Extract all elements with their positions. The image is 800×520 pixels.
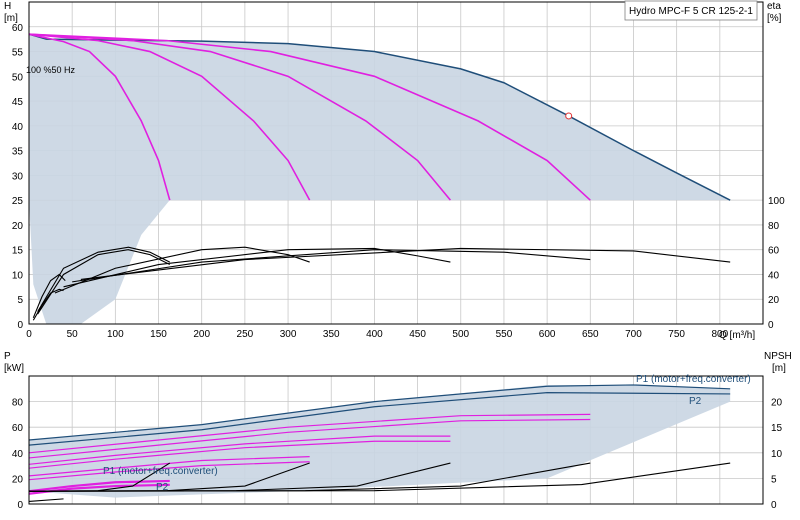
y-tick-label: 40 [12,122,24,133]
y2-axis-title-eta: eta [767,1,781,12]
y2-tick-label: 40 [768,270,780,281]
y-tick-label: 25 [12,196,24,207]
y-tick-label: 15 [12,246,24,257]
duty-point-marker [565,112,573,120]
x-axis-title: Q [m³/h] [719,330,755,341]
y-tick-label: 35 [12,147,24,158]
y-tick-label: 40 [12,449,24,460]
y2-tick-label: 5 [771,474,777,485]
x-tick-label: 250 [237,329,254,340]
y-axis-title-p: P [4,351,11,362]
legend-p2-top: P2 [689,396,702,407]
x-tick-label: 500 [452,329,469,340]
y2-tick-label: 0 [768,320,774,331]
speed-annotation: 100 %50 Hz [26,65,76,75]
legend-p2-bottom: P2 [156,482,169,493]
y-tick-label: 0 [17,500,23,511]
y-tick-label: 60 [12,423,24,434]
y-tick-label: 30 [12,171,24,182]
power-npsh-panel: 0 20 40 60 80 0 5 10 15 20 [12,375,783,511]
y-axis-title-h: H [4,1,11,12]
head-efficiency-panel: 0 50 100 150 200 250 300 350 400 450 500 550 600 650 7… [12,1,785,340]
x-tick-label: 600 [539,329,556,340]
x-tick-label: 100 [107,329,124,340]
y-tick-label: 45 [12,97,24,108]
x-tick-label: 300 [280,329,297,340]
x-tick-label: 750 [668,329,685,340]
y-tick-label: 20 [12,221,24,232]
x-tick-label: 550 [496,329,513,340]
y-tick-label: 20 [12,474,24,485]
y2-tick-label: 80 [768,221,780,232]
y-tick-label: 50 [12,72,24,83]
pump-performance-chart: 0 50 100 150 200 250 300 350 400 450 500 550 600 650 7… [4,0,792,511]
y2-tick-label: 20 [768,295,780,306]
y2-tick-label: 20 [771,398,783,409]
y-tick-label: 5 [17,295,23,306]
y2-axis-unit-eta: [%] [767,13,782,24]
y-tick-label: 80 [12,398,24,409]
y2-tick-label: 15 [771,423,783,434]
x-tick-label: 650 [582,329,599,340]
x-tick-label: 200 [193,329,210,340]
x-tick-label: 700 [625,329,642,340]
x-tick-label: 400 [366,329,383,340]
x-tick-label: 450 [409,329,426,340]
y2-axis-title-npsh: NPSH [764,351,792,362]
y2-tick-label: 100 [768,196,785,207]
y2-tick-label: 10 [771,449,783,460]
legend-p1-bottom: P1 (motor+freq.converter) [103,466,218,477]
x-tick-label: 50 [67,329,79,340]
x-tick-label: 150 [150,329,167,340]
x-tick-label: 0 [26,329,32,340]
y-axis-unit-p: [kW] [4,363,24,374]
y-axis-unit-h: [m] [4,13,18,24]
chart-title: Hydro MPC-F 5 CR 125-2-1 [629,6,753,17]
y-tick-label: 10 [12,270,24,281]
y2-tick-label: 0 [771,500,777,511]
y-tick-label: 55 [12,48,24,59]
y-tick-label: 60 [12,23,24,34]
x-tick-label: 350 [323,329,340,340]
y2-tick-label: 60 [768,246,780,257]
y2-axis-unit-npsh: [m] [772,363,786,374]
legend-p1-top: P1 (motor+freq.converter) [636,374,751,385]
y-tick-label: 0 [17,320,23,331]
